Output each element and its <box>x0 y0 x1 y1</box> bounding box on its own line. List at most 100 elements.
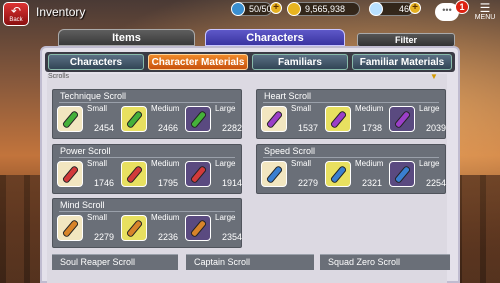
scroll-size-label: Medium <box>355 104 384 113</box>
scroll-quantity: 1746 <box>93 178 114 188</box>
scroll-item[interactable]: Small 2454 <box>57 103 115 141</box>
section-header: Scrolls <box>48 73 70 80</box>
scroll-quantity: 2279 <box>93 232 114 242</box>
scroll-group: Heart Scroll Small 1537 Medium 1738 Large 2039 <box>256 89 446 139</box>
scroll-quantity: 2466 <box>157 123 178 133</box>
scroll-item-tile <box>261 161 287 187</box>
scroll-size-label: Large <box>419 159 440 168</box>
scroll-icon <box>125 164 144 185</box>
scroll-size-label: Large <box>215 213 236 222</box>
scroll-icon <box>189 109 208 130</box>
menu-button[interactable]: ☰ MENU <box>474 2 496 24</box>
filter-button[interactable]: Filter <box>357 33 455 47</box>
scroll-size-label: Large <box>215 104 236 113</box>
scroll-item-tile <box>57 161 83 187</box>
stamina-counter: 50/50 <box>231 2 272 16</box>
scroll-item[interactable]: Small 1746 <box>57 158 115 196</box>
scroll-group: Technique Scroll Small 2454 Medium 2466 Large… <box>52 89 242 139</box>
scroll-size-label: Medium <box>355 159 384 168</box>
scroll-item-tile <box>185 161 211 187</box>
subtab-familiars[interactable]: Familiars <box>252 54 348 70</box>
subtab-familiar-materials[interactable]: Familiar Materials <box>352 54 452 70</box>
scroll-size-label: Small <box>87 159 108 168</box>
scroll-item[interactable]: Large 2354 <box>185 212 243 250</box>
scroll-item-tile <box>185 215 211 241</box>
back-button-label: Back <box>9 17 23 23</box>
scroll-icon <box>125 109 144 130</box>
group-soul-reaper-scroll[interactable]: Soul Reaper Scroll <box>52 254 178 270</box>
scroll-item[interactable]: Large 1914 <box>185 158 243 196</box>
scroll-item-tile <box>325 106 351 132</box>
scroll-quantity: 2039 <box>425 123 446 133</box>
scroll-quantity: 2321 <box>361 178 382 188</box>
scroll-size-label: Large <box>215 159 236 168</box>
back-button[interactable]: ↶ Back <box>3 2 29 26</box>
page-title: Inventory <box>36 5 86 19</box>
scroll-quantity: 2254 <box>425 178 446 188</box>
top-bar: ↶ Back Inventory 50/50 + 9,565,938 46 + … <box>0 0 500 26</box>
scroll-icon <box>329 164 348 185</box>
scroll-group-title: Power Scroll <box>60 146 111 156</box>
back-arrow-icon: ↶ <box>10 4 22 18</box>
scroll-quantity: 2354 <box>221 232 242 242</box>
scroll-icon <box>329 109 348 130</box>
scroll-item-tile <box>57 215 83 241</box>
scroll-quantity: 2236 <box>157 232 178 242</box>
scroll-item-tile <box>261 106 287 132</box>
scroll-size-label: Small <box>87 104 108 113</box>
scroll-size-label: Medium <box>151 104 180 113</box>
scroll-item[interactable]: Large 2039 <box>389 103 447 141</box>
scroll-group-title: Heart Scroll <box>264 91 312 101</box>
scroll-quantity: 1914 <box>221 178 242 188</box>
stamina-icon <box>231 2 245 16</box>
scroll-size-label: Small <box>291 159 312 168</box>
scroll-item[interactable]: Small 2279 <box>57 212 115 250</box>
subtab-characters[interactable]: Characters <box>48 54 144 70</box>
scroll-item[interactable]: Medium 2236 <box>121 212 179 250</box>
scroll-icon <box>189 164 208 185</box>
scroll-quantity: 1738 <box>361 123 382 133</box>
scroll-size-label: Medium <box>151 159 180 168</box>
scroll-icon <box>61 164 80 185</box>
stamina-value: 50/50 <box>249 4 272 14</box>
scroll-quantity: 1795 <box>157 178 178 188</box>
scroll-quantity: 1537 <box>297 123 318 133</box>
notification-badge: 1 <box>455 0 469 14</box>
scroll-item-tile <box>389 106 415 132</box>
subtab-character-materials[interactable]: Character Materials <box>148 54 248 70</box>
scroll-group-title: Technique Scroll <box>60 91 127 101</box>
group-captain-scroll[interactable]: Captain Scroll <box>186 254 314 270</box>
scroll-icon <box>61 218 80 239</box>
tab-characters[interactable]: Characters <box>205 29 345 46</box>
menu-label: MENU <box>474 14 496 21</box>
scroll-group-title: Speed Scroll <box>264 146 316 156</box>
coins-counter: 9,565,938 <box>287 2 360 16</box>
scroll-item[interactable]: Small 1537 <box>261 103 319 141</box>
scroll-item[interactable]: Medium 2466 <box>121 103 179 141</box>
scroll-item[interactable]: Large 2282 <box>185 103 243 141</box>
scroll-group: Power Scroll Small 1746 Medium 1795 Large 1914 <box>52 144 242 194</box>
scroll-size-label: Large <box>419 104 440 113</box>
scroll-item-tile <box>121 106 147 132</box>
scroll-item-tile <box>121 215 147 241</box>
coin-icon <box>287 2 301 16</box>
scroll-item-tile <box>57 106 83 132</box>
scroll-group: Speed Scroll Small 2279 Medium 2321 Large 2254 <box>256 144 446 194</box>
scroll-icon <box>265 164 284 185</box>
scroll-item[interactable]: Medium 2321 <box>325 158 383 196</box>
scroll-item[interactable]: Small 2279 <box>261 158 319 196</box>
scroll-item[interactable]: Medium 1738 <box>325 103 383 141</box>
scroll-size-label: Medium <box>151 213 180 222</box>
scroll-item-tile <box>121 161 147 187</box>
scroll-icon <box>393 109 412 130</box>
scroll-item[interactable]: Medium 1795 <box>121 158 179 196</box>
scroll-item-tile <box>389 161 415 187</box>
scroll-quantity: 2454 <box>93 123 114 133</box>
scroll-item[interactable]: Large 2254 <box>389 158 447 196</box>
tab-items[interactable]: Items <box>58 29 195 46</box>
group-squad-zero-scroll[interactable]: Squad Zero Scroll <box>320 254 450 270</box>
add-gems-button[interactable]: + <box>409 2 421 14</box>
scroll-group: Mind Scroll Small 2279 Medium 2236 Large 2354 <box>52 198 242 248</box>
add-stamina-button[interactable]: + <box>270 2 282 14</box>
chat-icon: ••• <box>442 5 452 15</box>
